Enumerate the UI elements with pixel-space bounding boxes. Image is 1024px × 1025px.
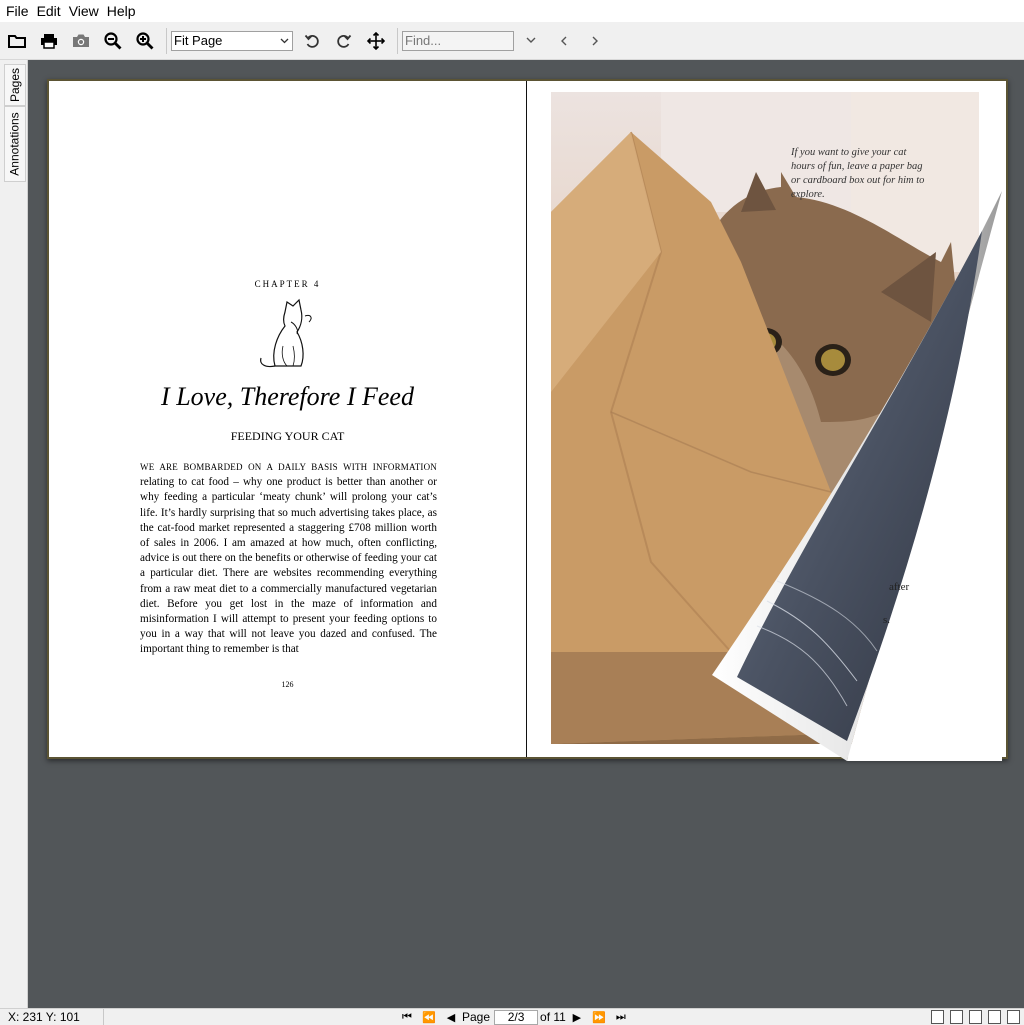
body-paragraph: relating to cat food – why one product i… bbox=[140, 476, 437, 656]
chapter-title: I Love, Therefore I Feed bbox=[161, 382, 414, 411]
chevron-right-icon bbox=[592, 36, 598, 45]
view-mode-buttons bbox=[931, 1010, 1020, 1024]
pan-button[interactable] bbox=[361, 26, 391, 56]
menu-view[interactable]: View bbox=[65, 0, 103, 22]
next-page-button[interactable]: ▶ bbox=[566, 1011, 588, 1024]
menu-file[interactable]: File bbox=[2, 0, 33, 22]
right-page: If you want to give your cat hours of fu… bbox=[527, 81, 1006, 761]
toolbar-separator bbox=[166, 27, 167, 54]
status-bar: X: 231 Y: 101 ⏮ ⏪ ◀ Page 2/3 of 11 ▶ ⏩ ⏭ bbox=[0, 1008, 1024, 1025]
chevron-down-icon bbox=[280, 38, 289, 43]
open-button[interactable] bbox=[2, 26, 32, 56]
book-view-icon[interactable] bbox=[988, 1010, 1001, 1024]
tab-annotations-label: Annotations bbox=[8, 112, 23, 176]
page-spread: CHAPTER 4 I Love, Therefore I Feed FEEDI… bbox=[47, 79, 1008, 761]
page-number: 126 bbox=[281, 680, 294, 689]
tab-pages[interactable]: Pages bbox=[4, 64, 26, 106]
find-placeholder: Find... bbox=[405, 33, 442, 48]
tab-pages-label: Pages bbox=[8, 67, 22, 103]
page-label: Page bbox=[462, 1010, 491, 1024]
snapshot-button[interactable] bbox=[66, 26, 96, 56]
sitting-cat-illustration bbox=[260, 298, 312, 368]
menu-help[interactable]: Help bbox=[103, 0, 140, 22]
move-icon bbox=[367, 31, 385, 50]
single-page-view-icon[interactable] bbox=[931, 1010, 944, 1024]
toolbar-separator bbox=[397, 27, 398, 54]
fast-forward-button[interactable]: ⏩ bbox=[588, 1011, 610, 1024]
last-page-button[interactable]: ⏭ bbox=[610, 1011, 632, 1024]
find-previous-button[interactable] bbox=[548, 26, 578, 56]
fast-backward-button[interactable]: ⏪ bbox=[418, 1011, 440, 1024]
rotate-left-button[interactable] bbox=[297, 26, 327, 56]
page-curl-effect bbox=[712, 191, 1002, 761]
chevron-down-icon bbox=[526, 37, 536, 43]
toolbar: Fit Page Find... bbox=[0, 22, 1024, 60]
zoom-out-icon bbox=[104, 31, 122, 49]
menu-edit[interactable]: Edit bbox=[33, 0, 65, 22]
document-canvas[interactable]: CHAPTER 4 I Love, Therefore I Feed FEEDI… bbox=[28, 60, 1024, 1008]
left-page: CHAPTER 4 I Love, Therefore I Feed FEEDI… bbox=[49, 81, 526, 757]
folder-icon bbox=[8, 34, 26, 48]
rotate-left-icon bbox=[304, 34, 319, 48]
chapter-label: CHAPTER 4 bbox=[254, 279, 321, 289]
printer-icon bbox=[41, 33, 57, 49]
fit-view-icon[interactable] bbox=[1007, 1010, 1020, 1024]
find-next-button[interactable] bbox=[580, 26, 610, 56]
page-navigator: ⏮ ⏪ ◀ Page 2/3 of 11 ▶ ⏩ ⏭ bbox=[396, 1009, 632, 1025]
cursor-coordinates: X: 231 Y: 101 bbox=[0, 1009, 104, 1025]
first-page-button[interactable]: ⏮ bbox=[396, 1011, 418, 1024]
find-input[interactable]: Find... bbox=[402, 30, 514, 51]
rotate-right-button[interactable] bbox=[329, 26, 359, 56]
continuous-view-icon[interactable] bbox=[950, 1010, 963, 1024]
zoom-in-button[interactable] bbox=[130, 26, 160, 56]
zoom-out-button[interactable] bbox=[98, 26, 128, 56]
find-options-button[interactable] bbox=[516, 26, 546, 56]
page-number-input[interactable]: 2/3 bbox=[494, 1009, 539, 1025]
zoom-mode-select[interactable]: Fit Page bbox=[171, 30, 293, 51]
print-button[interactable] bbox=[34, 26, 64, 56]
page-total: of 11 bbox=[540, 1010, 566, 1024]
tab-annotations[interactable]: Annotations bbox=[4, 106, 26, 182]
chapter-body: WE ARE BOMBARDED ON A DAILY BASIS WITH I… bbox=[140, 460, 437, 658]
peek-text-s: s. bbox=[883, 614, 891, 626]
chevron-left-icon bbox=[560, 36, 566, 45]
peek-text-after: after bbox=[889, 581, 910, 593]
body-lead-smallcaps: WE ARE BOMBARDED ON A DAILY BASIS WITH I… bbox=[140, 462, 437, 472]
zoom-mode-value: Fit Page bbox=[174, 33, 223, 48]
facing-pages-view-icon[interactable] bbox=[969, 1010, 982, 1024]
previous-page-button[interactable]: ◀ bbox=[440, 1011, 462, 1024]
camera-icon bbox=[73, 34, 89, 47]
chapter-subtitle: FEEDING YOUR CAT bbox=[230, 429, 345, 443]
rotate-right-icon bbox=[337, 34, 352, 48]
sidebar-tabs: Pages Annotations bbox=[0, 60, 28, 1008]
zoom-in-icon bbox=[136, 31, 154, 49]
menu-bar: File Edit View Help bbox=[0, 0, 1024, 22]
